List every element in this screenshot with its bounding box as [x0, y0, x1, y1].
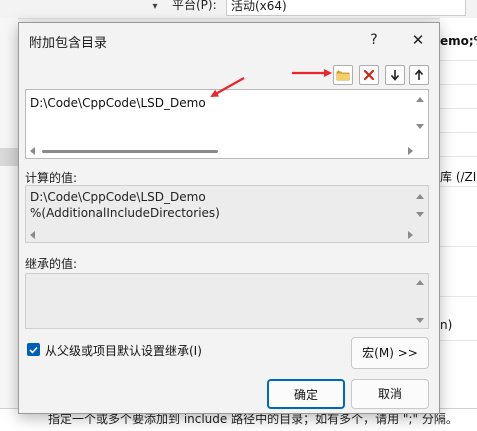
configuration-combo-chevron-icon[interactable]: ▾: [146, 0, 164, 16]
computed-horizontal-scrollbar[interactable]: [26, 228, 413, 242]
property-value-fragment: n): [440, 318, 453, 332]
inherited-values-box: [25, 273, 429, 329]
property-tree-selected-item[interactable]: [0, 148, 18, 166]
property-grid-row-divider: [440, 186, 477, 187]
inherited-values-label: 继承的值:: [25, 257, 78, 271]
close-button[interactable]: ✕: [405, 28, 431, 52]
macros-button[interactable]: 宏(M) >>: [351, 337, 429, 369]
property-grid-row-divider: [440, 84, 477, 85]
computed-vertical-scrollbar[interactable]: [412, 186, 428, 242]
include-directories-editor[interactable]: D:\Code\CppCode\LSD_Demo: [25, 89, 429, 159]
editor-vertical-scrollbar[interactable]: [412, 90, 428, 158]
property-value-fragment: emo;%: [440, 34, 477, 48]
move-down-button[interactable]: [385, 65, 405, 85]
editor-horizontal-scrollbar[interactable]: [26, 144, 413, 158]
property-grid-row-divider: [440, 108, 477, 109]
property-grid-row-divider: [440, 340, 477, 341]
scroll-up-arrow-icon[interactable]: [416, 97, 424, 102]
computed-values-box: D:\Code\CppCode\LSD_Demo %(AdditionalInc…: [25, 185, 429, 243]
directory-entry[interactable]: D:\Code\CppCode\LSD_Demo: [30, 96, 206, 110]
scroll-right-arrow-icon[interactable]: [408, 147, 413, 155]
new-folder-icon: [336, 69, 350, 81]
property-grid: [440, 18, 477, 430]
scroll-right-arrow-icon[interactable]: [408, 231, 413, 239]
scroll-down-arrow-icon[interactable]: [416, 124, 424, 129]
property-grid-row-divider: [440, 132, 477, 133]
delete-line-button[interactable]: [359, 65, 379, 85]
property-grid-row-divider: [440, 156, 477, 157]
scroll-left-arrow-icon[interactable]: [30, 147, 35, 155]
property-tree-strip: [0, 18, 18, 430]
move-up-button[interactable]: [409, 65, 429, 85]
dialog-titlebar[interactable]: 附加包含目录 ? ✕: [19, 23, 439, 57]
computed-value-line: D:\Code\CppCode\LSD_Demo: [30, 190, 206, 204]
property-grid-row-divider: [440, 296, 477, 297]
scroll-up-arrow-icon[interactable]: [416, 194, 424, 199]
property-value-fragment: 库 (/ZI): [440, 170, 477, 184]
dialog-title: 附加包含目录: [29, 36, 108, 51]
platform-label: 平台(P):: [172, 0, 217, 12]
inherit-checkbox[interactable]: [27, 343, 40, 356]
scroll-down-arrow-icon[interactable]: [416, 212, 424, 217]
property-grid-row-divider: [440, 60, 477, 61]
scroll-down-arrow-icon[interactable]: [416, 318, 424, 323]
scroll-up-arrow-icon[interactable]: [416, 280, 424, 285]
scroll-left-arrow-icon[interactable]: [30, 231, 35, 239]
checkmark-icon: [29, 346, 38, 354]
computed-value-line: %(AdditionalIncludeDirectories): [30, 206, 220, 220]
move-up-icon: [414, 69, 424, 80]
help-button[interactable]: ?: [361, 28, 387, 52]
horizontal-scroll-thumb[interactable]: [42, 150, 218, 153]
delete-icon: [363, 69, 375, 81]
cancel-button[interactable]: 取消: [351, 379, 429, 409]
property-grid-row-divider: [440, 246, 477, 247]
inherited-vertical-scrollbar[interactable]: [412, 274, 428, 328]
inherit-checkbox-label[interactable]: 从父级或项目默认设置继承(I): [45, 342, 202, 359]
computed-values-label: 计算的值:: [25, 171, 78, 185]
platform-select[interactable]: 活动(x64): [226, 0, 466, 16]
additional-include-directories-dialog: 附加包含目录 ? ✕ D:\Code\CppCode\LSD_Demo 计算的值…: [18, 22, 440, 414]
new-line-button[interactable]: [333, 65, 353, 85]
ok-button[interactable]: 确定: [267, 379, 345, 409]
move-down-icon: [390, 70, 400, 81]
